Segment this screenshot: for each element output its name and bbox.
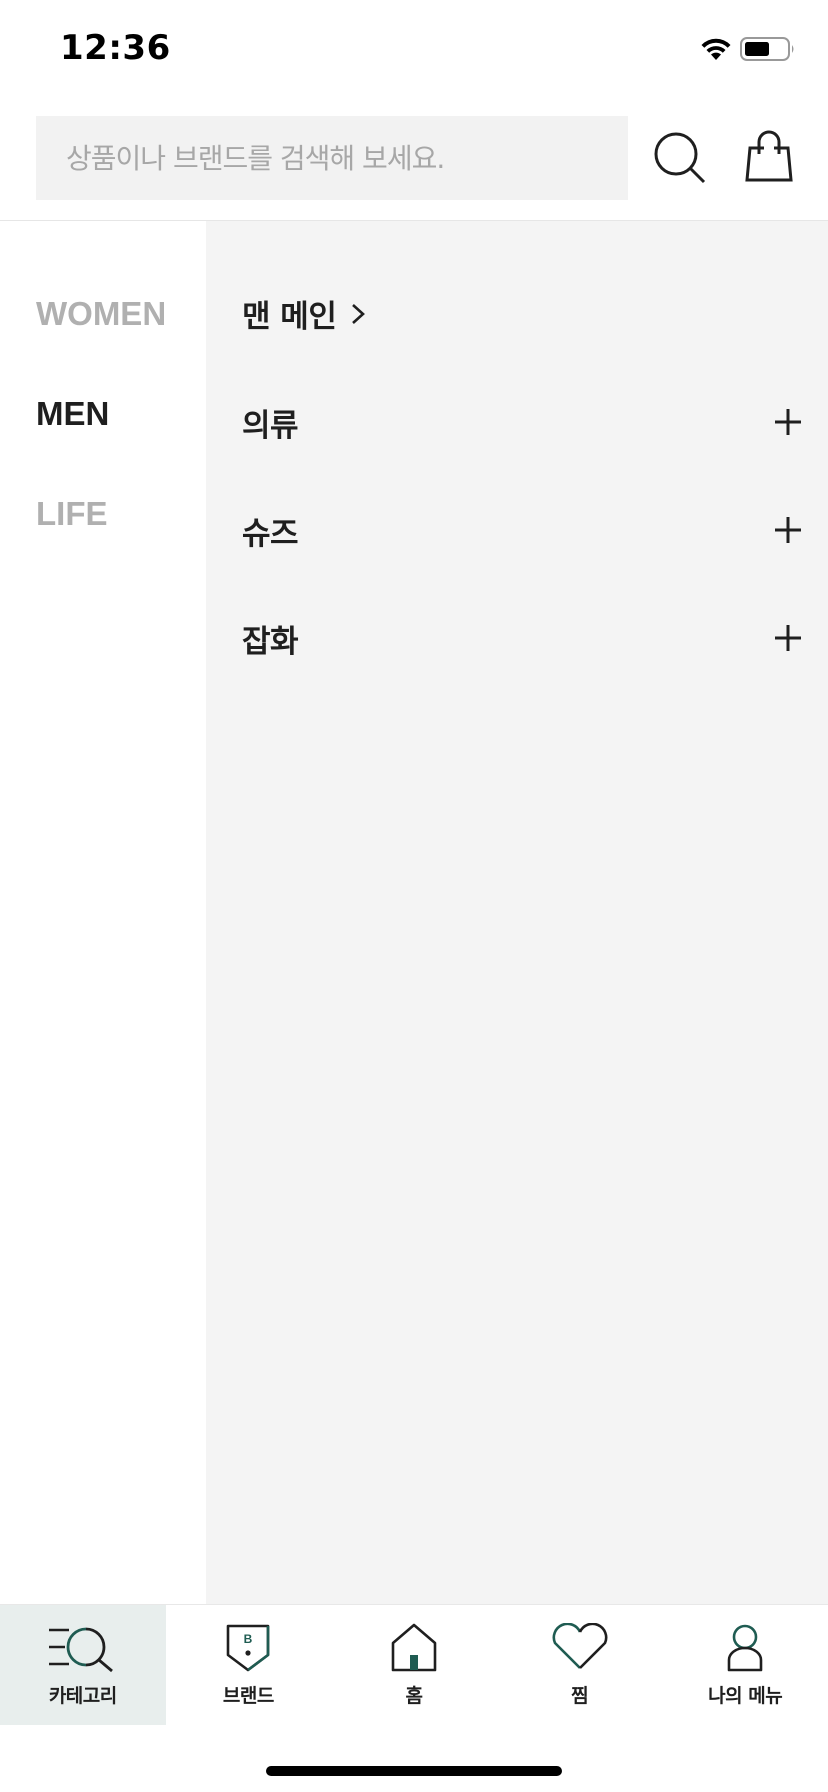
home-indicator[interactable] [266, 1766, 562, 1776]
category-row-shoes[interactable]: 슈즈 [242, 505, 802, 555]
gender-tab-men[interactable]: MEN [36, 395, 109, 433]
category-label: 잡화 [242, 623, 299, 660]
bottom-tab-bar: 카테고리 B 브랜드 홈 찜 나의 메뉴 [0, 1604, 828, 1725]
chevron-right-icon [352, 303, 366, 324]
heart-icon [552, 1623, 608, 1669]
svg-text:B: B [244, 1632, 253, 1646]
category-row-accessories[interactable]: 잡화 [242, 613, 802, 663]
search-input[interactable] [64, 140, 628, 176]
plus-icon[interactable] [774, 408, 802, 436]
plus-icon[interactable] [774, 624, 802, 652]
search-box[interactable] [36, 116, 628, 200]
category-label: 슈즈 [242, 515, 299, 552]
category-search-icon [48, 1627, 113, 1673]
status-bar: 12:36 [0, 0, 828, 100]
category-label: 의류 [242, 407, 299, 444]
plus-icon[interactable] [774, 516, 802, 544]
tab-label: 홈 [405, 1685, 423, 1707]
search-button[interactable] [652, 130, 708, 186]
men-main-label: 맨 메인 [242, 299, 337, 335]
shopping-bag-button[interactable] [744, 130, 794, 186]
category-row-clothing[interactable]: 의류 [242, 397, 802, 447]
tab-label: 카테고리 [48, 1685, 117, 1707]
status-time: 12:36 [60, 28, 171, 68]
tab-label: 찜 [571, 1685, 589, 1707]
brand-shield-icon: B [227, 1624, 270, 1672]
tab-wishlist[interactable]: 찜 [497, 1605, 663, 1725]
tab-label: 브랜드 [222, 1685, 274, 1707]
tab-label: 나의 메뉴 [708, 1685, 783, 1707]
gender-tab-life[interactable]: LIFE [36, 495, 108, 533]
category-panel: 맨 메인 의류 슈즈 잡화 [206, 221, 828, 1604]
gender-tab-women[interactable]: WOMEN [36, 295, 166, 333]
tab-my-menu[interactable]: 나의 메뉴 [662, 1605, 828, 1725]
gender-column: WOMEN MEN LIFE [0, 221, 206, 1604]
tab-brand[interactable]: B 브랜드 [166, 1605, 332, 1725]
shopping-bag-icon [745, 130, 793, 182]
wifi-icon [701, 38, 731, 60]
men-main-link[interactable]: 맨 메인 [242, 291, 366, 336]
search-icon [654, 132, 706, 184]
tab-category[interactable]: 카테고리 [0, 1605, 166, 1725]
home-icon [391, 1623, 437, 1672]
person-icon [727, 1624, 763, 1672]
tab-home[interactable]: 홈 [331, 1605, 497, 1725]
battery-icon [740, 37, 794, 61]
